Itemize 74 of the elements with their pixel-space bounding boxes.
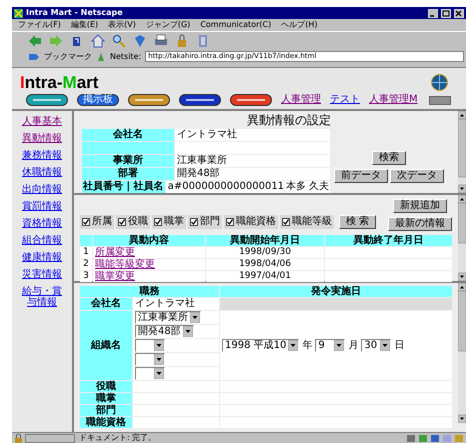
column-header: 発令実施日: [220, 286, 452, 297]
filter-checkbox[interactable]: 職掌: [152, 215, 186, 229]
table-cell: 1998/09/30: [206, 247, 324, 258]
form-title: 異動情報の設定: [246, 114, 332, 129]
sidebar-link[interactable]: 賞罰情報: [21, 201, 63, 212]
column-header: 異動開始年月日: [206, 235, 324, 246]
sidebar-link[interactable]: 健康情報: [21, 252, 63, 263]
previous-button[interactable]: 前データ: [334, 169, 388, 183]
column-header: 異動終了年月日: [325, 235, 452, 246]
menu-item[interactable]: ファイル(F): [18, 21, 61, 29]
sidebar-link[interactable]: 異動情報: [21, 133, 63, 144]
sidebar-link[interactable]: 給与・賞与情報: [21, 286, 63, 308]
nav-button[interactable]: 掲示板: [77, 94, 119, 106]
sidebar-link[interactable]: 出向情報: [21, 184, 63, 195]
menu-item[interactable]: ヘルプ(H): [281, 21, 318, 29]
value-cell: 開発48部: [175, 168, 330, 180]
label-cell: 会社名: [80, 298, 132, 310]
table-cell: 1998/04/06: [206, 259, 324, 270]
value-cell: 江東事業所: [175, 155, 330, 167]
label-cell: 組織名: [80, 311, 132, 380]
label-cell: 部署: [82, 168, 174, 180]
menu-item[interactable]: 表示(V): [108, 21, 136, 29]
row-number: 2: [80, 259, 92, 270]
label-cell: 職掌: [80, 393, 132, 404]
value-cell: イントラマ社: [133, 298, 219, 310]
value-cell: イントラマ社: [175, 129, 330, 141]
sidebar-link[interactable]: 人事基本: [21, 116, 63, 127]
column-header: 職務: [80, 286, 219, 297]
window-title: Intra Mart - Netscape: [26, 9, 124, 17]
nav-link[interactable]: テスト: [330, 95, 360, 105]
label-cell: 役職: [80, 381, 132, 392]
table-cell: 1997/04/01: [206, 271, 324, 282]
next-button[interactable]: 次データ: [390, 169, 444, 183]
menu-item[interactable]: 編集(E): [70, 21, 98, 29]
dropdown[interactable]: 9: [315, 339, 346, 352]
status-text: ドキュメント: 完了。: [78, 434, 158, 442]
logo: Intra-Mart: [20, 74, 98, 90]
label-cell: 部門: [80, 405, 132, 416]
dropdown[interactable]: 1998 平成10: [222, 339, 300, 352]
filter-checkbox[interactable]: 所属: [80, 215, 114, 229]
row-number: 3: [80, 271, 92, 282]
label-cell: 会社名: [82, 129, 174, 141]
nav-link[interactable]: 人事管理: [281, 95, 321, 105]
row-number: 1: [80, 247, 92, 258]
search-button[interactable]: 検索: [372, 151, 406, 165]
filter-checkbox[interactable]: 職能資格: [224, 215, 278, 229]
filter-checkbox[interactable]: 職能等級: [280, 215, 334, 229]
column-header: 異動内容: [93, 235, 205, 246]
bookmarks-button[interactable]: ブックマーク: [44, 52, 92, 60]
nav-link[interactable]: 人事管理M: [369, 95, 418, 105]
value-cell: a#0000000000000011: [166, 181, 284, 193]
filter-checkbox[interactable]: 役職: [116, 215, 150, 229]
unit-label: 年: [302, 340, 312, 350]
sidebar-link[interactable]: 組合情報: [21, 235, 63, 246]
dropdown[interactable]: 江東事業所: [135, 311, 201, 324]
dropdown[interactable]: 開発48部: [135, 325, 194, 338]
sidebar-link[interactable]: 休職情報: [21, 167, 63, 178]
sidebar-link[interactable]: 災害情報: [21, 269, 63, 280]
refresh-button[interactable]: 最新の情報: [388, 217, 452, 231]
location-label: Netsite:: [110, 52, 142, 60]
dropdown[interactable]: 30: [361, 339, 392, 352]
value-cell: 本多 久夫: [285, 181, 330, 193]
unit-label: 月: [348, 340, 358, 350]
unit-label: 日: [394, 340, 404, 350]
sidebar-link[interactable]: 資格情報: [21, 218, 63, 229]
filter-checkbox[interactable]: 部門: [188, 215, 222, 229]
menu-item[interactable]: Communicator(C): [200, 21, 272, 29]
search-button[interactable]: 検 索: [339, 215, 376, 229]
label-cell: 社員番号 | 社員名: [82, 181, 165, 193]
menu-item[interactable]: ジャンプ(G): [146, 21, 190, 29]
label-cell: 事業所: [82, 155, 174, 167]
sidebar-link[interactable]: 兼務情報: [21, 150, 63, 161]
label-cell: 職能資格: [80, 417, 132, 428]
add-button[interactable]: 新規追加: [393, 199, 447, 213]
